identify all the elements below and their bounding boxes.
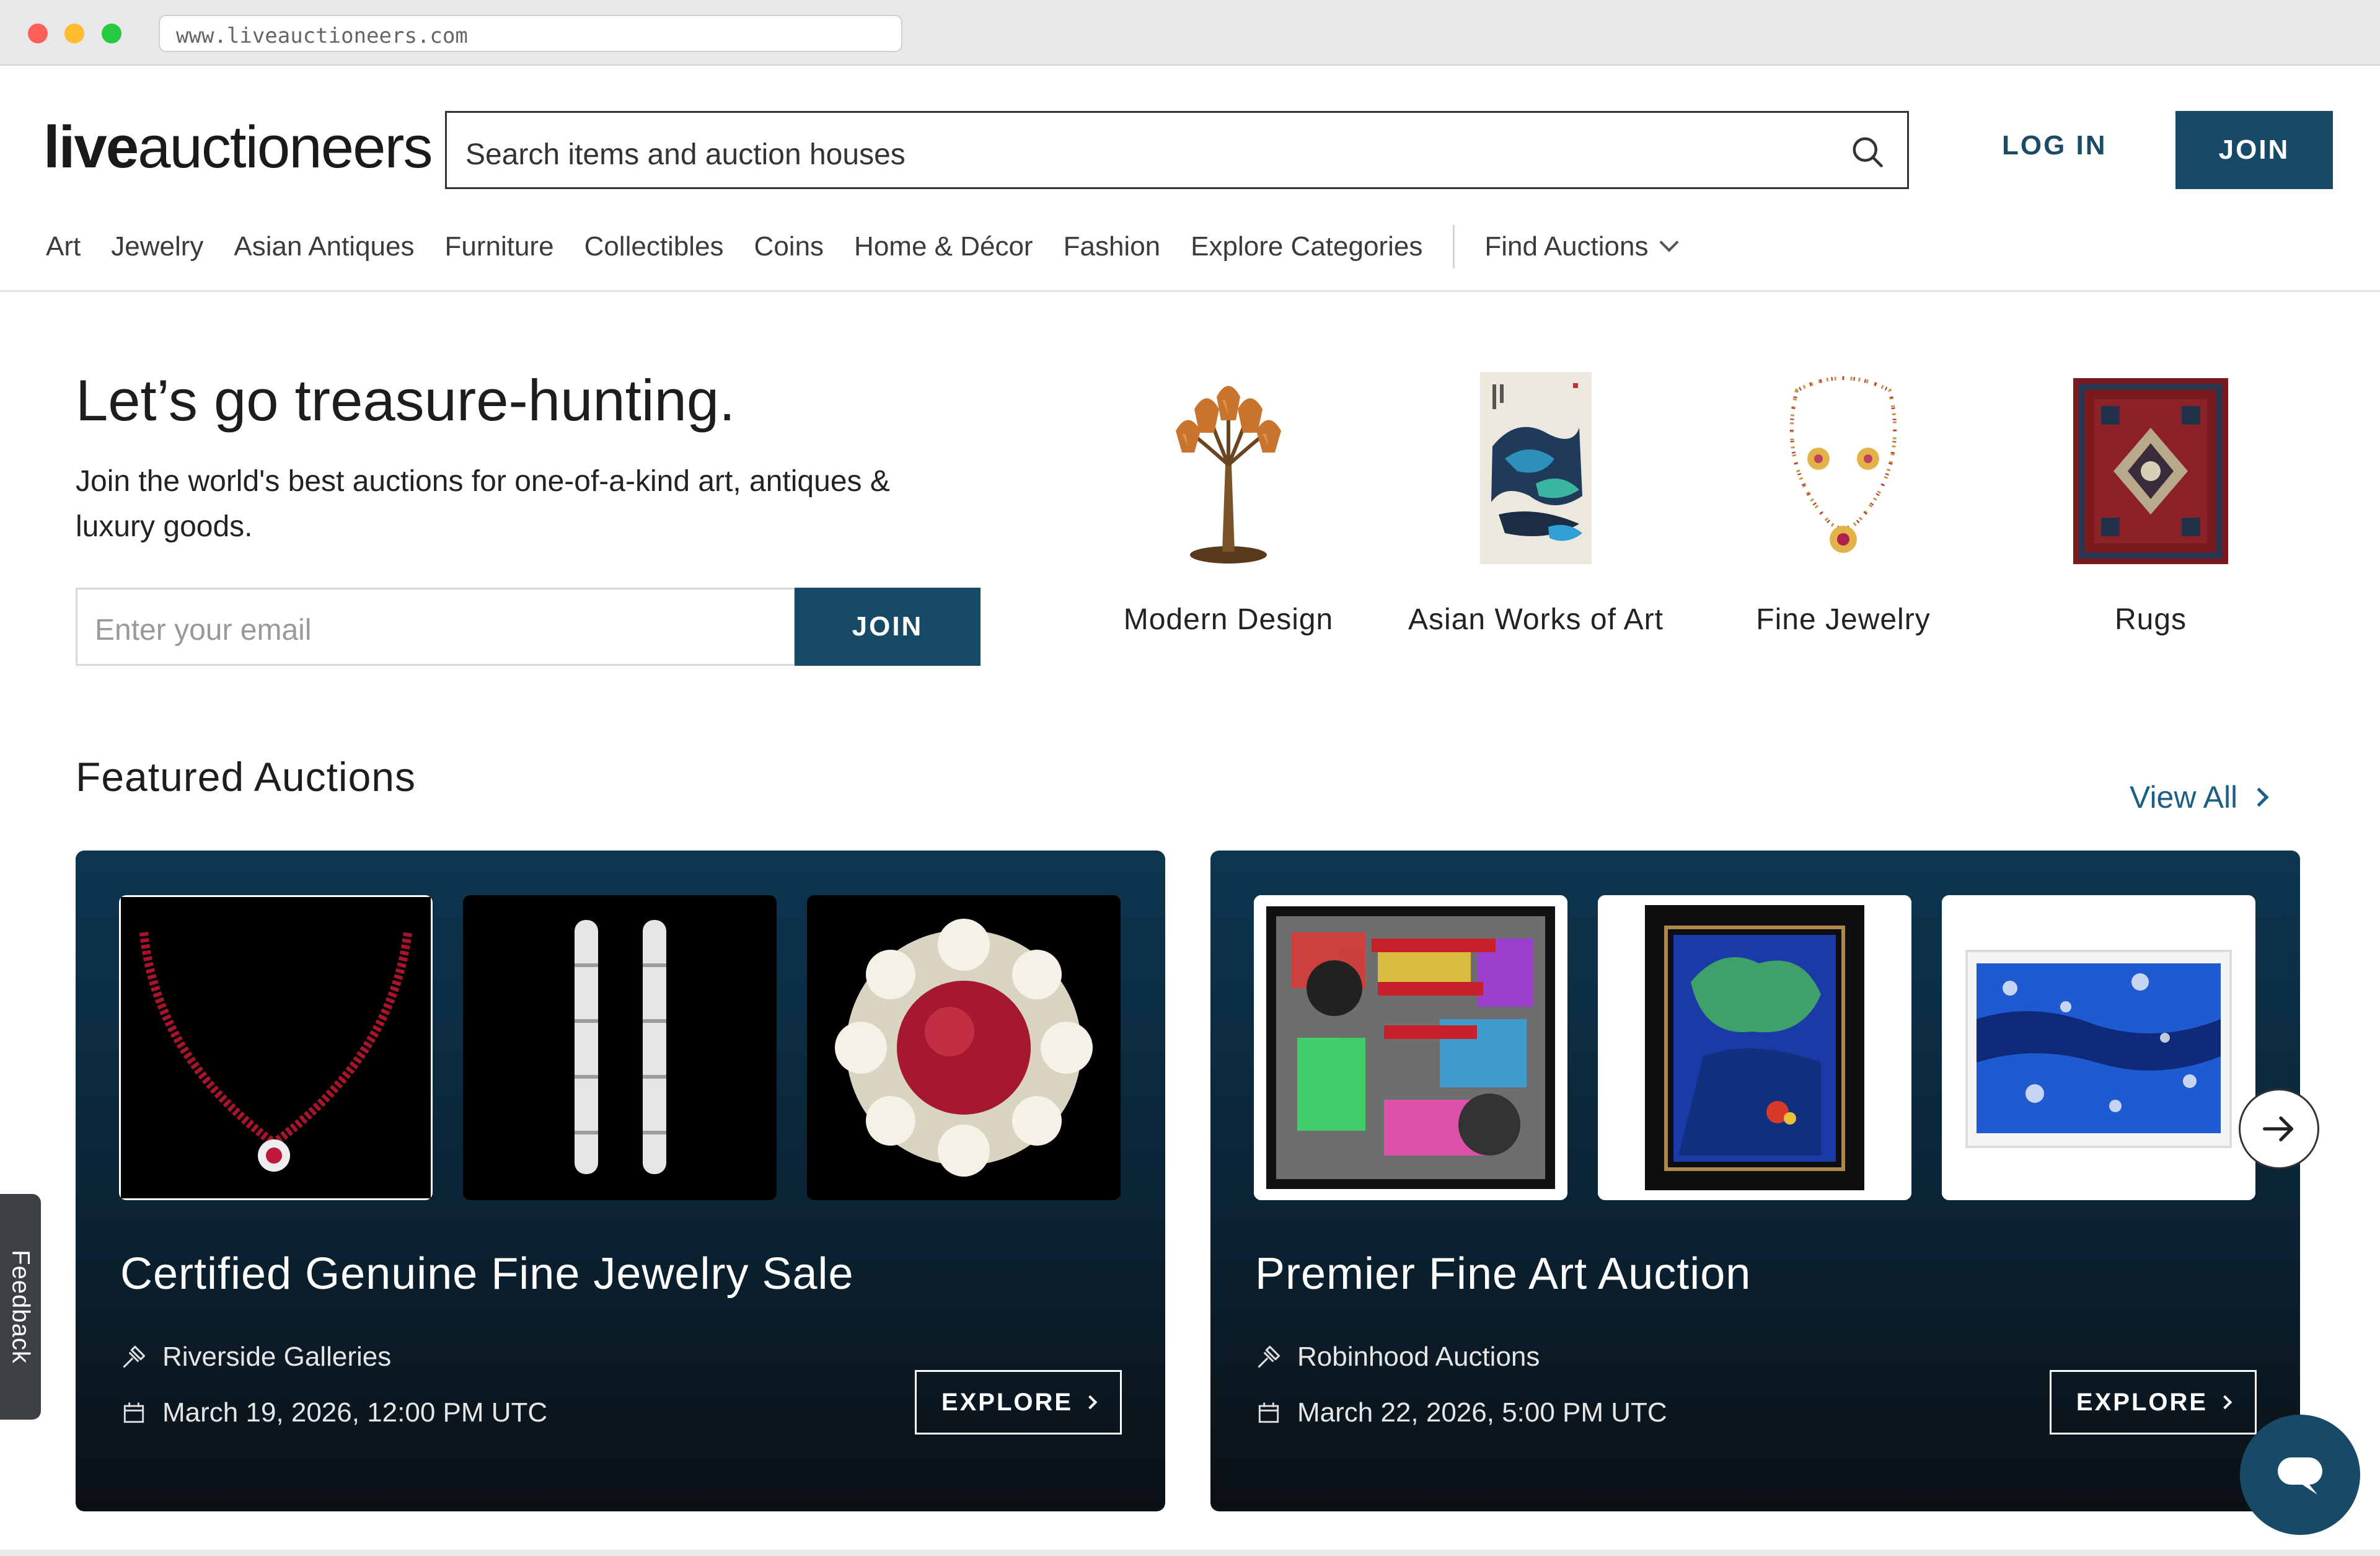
nav-item-asian-antiques[interactable]: Asian Antiques [234,231,414,262]
category-label: Modern Design [1123,603,1334,636]
address-bar[interactable]: www.liveauctioneers.com [159,15,902,52]
auction-title[interactable]: Certified Genuine Fine Jewelry Sale [120,1249,854,1299]
email-input[interactable]: Enter your email [76,588,796,666]
search-icon[interactable] [1849,133,1886,170]
nav-item-fashion[interactable]: Fashion [1064,231,1161,262]
arrow-right-icon [2263,1116,2294,1142]
carousel-next-button[interactable] [2239,1089,2319,1169]
explore-label: EXPLORE [941,1388,1073,1416]
auction-card[interactable]: Premier Fine Art Auction Robinhood Aucti… [1210,851,2300,1511]
explore-button[interactable]: EXPLORE [915,1370,1122,1434]
auction-thumbnail[interactable] [119,895,433,1200]
auction-title[interactable]: Premier Fine Art Auction [1255,1249,1751,1299]
site-logo[interactable]: liveauctioneers [43,118,433,177]
chevron-right-icon [1083,1395,1098,1410]
auction-house[interactable]: Riverside Galleries [120,1342,391,1373]
chevron-right-icon [2218,1395,2232,1410]
category-rugs[interactable]: Rugs [2002,372,2299,637]
auction-date-text: March 19, 2026, 12:00 PM UTC [162,1397,548,1428]
search-placeholder: Search items and auction houses [465,138,906,171]
explore-button[interactable]: EXPLORE [2050,1370,2257,1434]
gavel-icon [123,1345,146,1368]
chat-bubble-icon [2278,1457,2322,1495]
featured-auctions-title: Featured Auctions [76,754,416,800]
browser-chrome: www.liveauctioneers.com [0,0,2380,66]
ruby-necklace-image [119,895,433,1200]
calendar-icon [123,1402,144,1423]
category-label: Fine Jewelry [1756,603,1931,636]
window-bottom-edge [0,1550,2380,1556]
auction-thumbnail[interactable] [1942,895,2255,1200]
auction-house-name: Robinhood Auctions [1297,1342,1540,1372]
email-placeholder: Enter your email [95,614,312,647]
nav-divider [1453,225,1455,268]
gavel-icon [1258,1345,1280,1368]
login-button[interactable]: LOG IN [2002,130,2107,161]
auction-thumbnail[interactable] [1598,895,1911,1200]
auction-thumbnail[interactable] [1254,895,1567,1200]
nav-item-explore-categories[interactable]: Explore Categories [1191,231,1422,262]
search-input[interactable]: Search items and auction houses [445,111,1909,189]
logo-text: auctioneers [138,114,433,180]
ink-painting-image [1480,372,1592,564]
auction-date-text: March 22, 2026, 5:00 PM UTC [1297,1397,1667,1428]
view-all-link[interactable]: View All [2130,779,2269,815]
category-asian-works-of-art[interactable]: Asian Works of Art [1387,372,1685,637]
close-window-button[interactable] [28,24,48,43]
hero-subtitle: Join the world's best auctions for one-o… [76,465,890,543]
auction-house[interactable]: Robinhood Auctions [1255,1342,1540,1373]
ruby-ring-image [807,895,1121,1200]
explore-label: EXPLORE [2076,1388,2208,1416]
category-fine-jewelry[interactable]: Fine Jewelry [1695,372,1992,637]
category-label: Asian Works of Art [1408,603,1664,636]
necklace-image [1789,376,1897,553]
header-divider [0,290,2380,292]
maximize-window-button[interactable] [102,24,121,43]
auction-house-name: Riverside Galleries [162,1342,392,1372]
nav-item-jewelry[interactable]: Jewelry [111,231,203,262]
logo-bold-text: live [43,114,139,180]
auction-thumbnail[interactable] [463,895,777,1200]
diamond-earrings-image [463,895,777,1200]
auction-thumbnail[interactable] [807,895,1121,1200]
find-auctions-label: Find Auctions [1484,231,1649,262]
find-auctions-dropdown[interactable]: Find Auctions [1484,231,1679,262]
nav-item-art[interactable]: Art [46,231,81,262]
hero-join-button[interactable]: JOIN [795,588,981,666]
auction-date: March 19, 2026, 12:00 PM UTC [120,1397,547,1428]
view-all-label: View All [2130,780,2238,815]
auction-card[interactable]: Certified Genuine Fine Jewelry Sale Rive… [76,851,1165,1511]
nav-item-furniture[interactable]: Furniture [444,231,553,262]
category-modern-design[interactable]: Modern Design [1080,372,1377,637]
street-art-painting-image [1254,895,1567,1200]
lamp-image [1176,386,1281,564]
auction-date: March 22, 2026, 5:00 PM UTC [1255,1397,1667,1428]
framed-abstract-painting-image [1598,895,1911,1200]
minimize-window-button[interactable] [64,24,84,43]
blue-abstract-painting-image [1942,895,2255,1200]
chevron-right-icon [2249,787,2269,807]
calendar-icon [1258,1402,1279,1423]
feedback-label: Feedback [7,1250,35,1364]
chat-button[interactable] [2240,1415,2360,1535]
nav-item-coins[interactable]: Coins [754,231,824,262]
nav-item-collectibles[interactable]: Collectibles [584,231,724,262]
feedback-tab[interactable]: Feedback [0,1194,41,1420]
rug-image [2073,378,2228,564]
nav-item-home-decor[interactable]: Home & Décor [854,231,1033,262]
category-nav: Art Jewelry Asian Antiques Furniture Col… [46,225,1679,268]
hero-title: Let’s go treasure-hunting. [76,368,736,433]
category-label: Rugs [2114,603,2187,636]
join-button[interactable]: JOIN [2175,111,2333,189]
chevron-down-icon [1659,232,1679,252]
